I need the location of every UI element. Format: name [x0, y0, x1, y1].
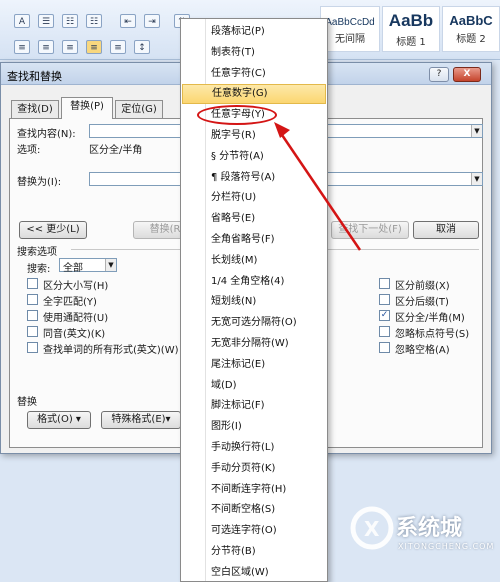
less-button[interactable]: << 更少(L)	[19, 221, 87, 239]
menu-item[interactable]: 图形(I)	[182, 417, 326, 437]
numbering-icon[interactable]: ☷	[62, 14, 78, 28]
font-color-button[interactable]: A	[14, 14, 30, 28]
checkbox-box[interactable]	[379, 294, 390, 305]
search-direction-select[interactable]: 全部 ▼	[59, 258, 117, 274]
line-spacing-icon[interactable]: ↕	[134, 40, 150, 54]
checkbox-box[interactable]	[27, 294, 38, 305]
checkbox-box[interactable]	[379, 326, 390, 337]
find-history-dropdown[interactable]: ▼	[471, 125, 482, 137]
menu-item[interactable]: 分节符(B)	[182, 542, 326, 562]
brand-logo-icon: X	[350, 506, 394, 550]
find-what-label: 查找内容(N):	[17, 129, 76, 140]
justify-icon[interactable]: ≡	[86, 40, 102, 54]
decrease-indent-icon[interactable]: ⇤	[120, 14, 136, 28]
watermark: X 系统城 XITONGCHENG.COM	[350, 496, 498, 576]
annotation-arrow	[274, 122, 362, 251]
wildcards-checkbox[interactable]: 使用通配符(U)	[27, 309, 177, 324]
menu-item[interactable]: 不间断空格(S)	[182, 500, 326, 520]
replace-with-label: 替换为(I):	[17, 177, 62, 188]
distributed-icon[interactable]: ≡	[110, 40, 126, 54]
match-width-checkbox[interactable]: ✓ 区分全/半角(M)	[379, 309, 483, 324]
menu-item[interactable]: 短划线(N)	[182, 292, 326, 312]
multilevel-list-icon[interactable]: ☷	[86, 14, 102, 28]
checkbox-box[interactable]	[27, 310, 38, 321]
tab-find[interactable]: 查找(D)	[11, 100, 59, 118]
align-left-icon[interactable]: ≡	[14, 40, 30, 54]
match-suffix-checkbox[interactable]: 区分后缀(T)	[379, 293, 483, 308]
svg-text:X: X	[364, 517, 380, 541]
whole-word-checkbox[interactable]: 全字匹配(Y)	[27, 293, 177, 308]
help-button[interactable]: ?	[429, 67, 449, 82]
replace-history-dropdown[interactable]: ▼	[471, 173, 482, 185]
match-case-checkbox[interactable]: 区分大小写(H)	[27, 277, 177, 292]
menu-item[interactable]: 脚注标记(F)	[182, 396, 326, 416]
menu-item[interactable]: 尾注标记(E)	[182, 355, 326, 375]
bullets-icon[interactable]: ☰	[38, 14, 54, 28]
sounds-like-checkbox[interactable]: 同音(英文)(K)	[27, 325, 177, 340]
menu-item[interactable]: 段落标记(P)	[182, 22, 326, 42]
brand-site: XITONGCHENG.COM	[398, 542, 495, 551]
chevron-down-icon[interactable]: ▼	[105, 259, 116, 271]
tab-replace[interactable]: 替换(P)	[61, 97, 113, 119]
style-heading-2[interactable]: AaBbC 标题 2	[442, 6, 500, 52]
checkbox-box[interactable]	[379, 342, 390, 353]
special-format-menu: 段落标记(P) 制表符(T) 任意字符(C) 任意数字(G) 任意字母(Y) 脱字号(R)…	[180, 18, 328, 582]
search-options-title: 搜索选项	[17, 247, 57, 258]
menu-item[interactable]: 1/4 全角空格(4)	[182, 272, 326, 292]
menu-item[interactable]: 可选连字符(O)	[182, 521, 326, 541]
checkbox-box[interactable]	[27, 278, 38, 289]
tab-goto[interactable]: 定位(G)	[115, 100, 163, 118]
menu-item[interactable]: 任意字符(C)	[182, 64, 326, 84]
menu-item[interactable]: 手动分页符(K)	[182, 459, 326, 479]
style-no-spacing[interactable]: AaBbCcDd 无间隔	[320, 6, 380, 52]
menu-item[interactable]: 任意数字(G)	[182, 84, 326, 105]
dialog-title: 查找和替换	[7, 70, 62, 83]
format-button[interactable]: 格式(O) ▾	[27, 411, 91, 429]
search-direction-value: 全部	[63, 263, 83, 274]
special-format-button[interactable]: 特殊格式(E)▾	[101, 411, 181, 429]
ignore-punctuation-checkbox[interactable]: 忽略标点符号(S)	[379, 325, 489, 340]
align-center-icon[interactable]: ≡	[38, 40, 54, 54]
menu-item[interactable]: 无宽可选分隔符(O)	[182, 313, 326, 333]
all-word-forms-checkbox[interactable]: 查找单词的所有形式(英文)(W)	[27, 341, 181, 356]
menu-item[interactable]: 域(D)	[182, 376, 326, 396]
menu-item[interactable]: 空白区域(W)	[182, 563, 326, 581]
search-direction-label: 搜索:	[27, 264, 51, 275]
brand-name: 系统城	[396, 516, 463, 541]
style-heading-1[interactable]: AaBb 标题 1	[382, 6, 440, 52]
replace-section-title: 替换	[17, 397, 37, 408]
options-value: 区分全/半角	[89, 145, 143, 156]
checkbox-box[interactable]	[27, 326, 38, 337]
menu-item[interactable]: 无宽非分隔符(W)	[182, 334, 326, 354]
match-prefix-checkbox[interactable]: 区分前缀(X)	[379, 277, 483, 292]
checkbox-box[interactable]	[379, 278, 390, 289]
ignore-whitespace-checkbox[interactable]: 忽略空格(A)	[379, 341, 483, 356]
cancel-button[interactable]: 取消	[413, 221, 479, 239]
menu-item[interactable]: 不间断连字符(H)	[182, 480, 326, 500]
menu-item[interactable]: 制表符(T)	[182, 43, 326, 63]
close-button[interactable]: X	[453, 67, 481, 82]
checkbox-box[interactable]	[27, 342, 38, 353]
align-right-icon[interactable]: ≡	[62, 40, 78, 54]
menu-item[interactable]: 手动换行符(L)	[182, 438, 326, 458]
options-label: 选项:	[17, 145, 41, 156]
checkmark-icon[interactable]: ✓	[379, 310, 390, 321]
increase-indent-icon[interactable]: ⇥	[144, 14, 160, 28]
